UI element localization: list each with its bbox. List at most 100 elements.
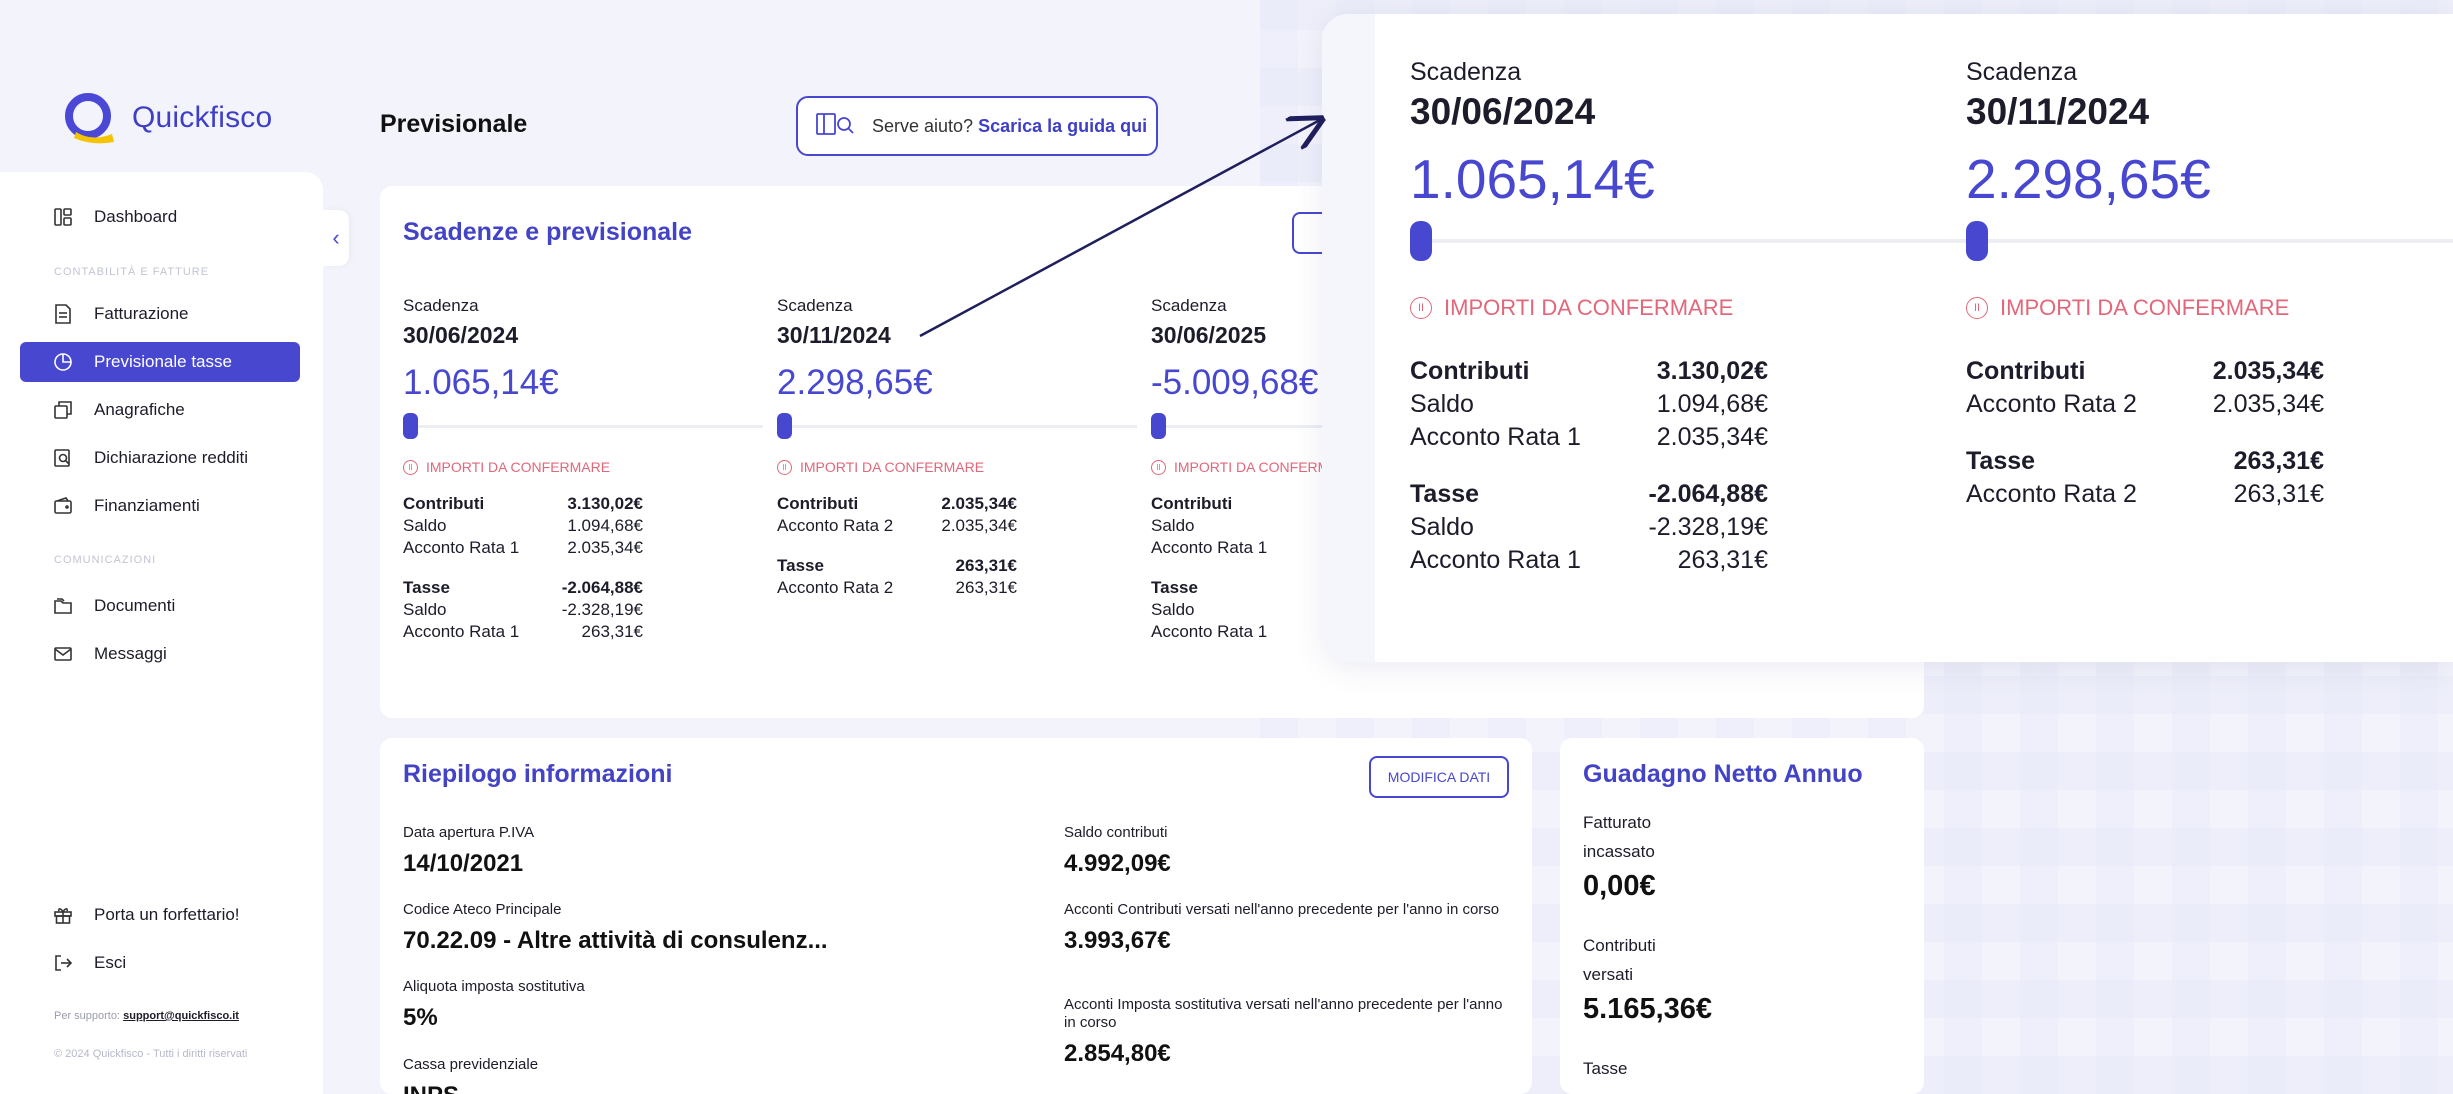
guide-search-icon — [816, 111, 856, 142]
quickfisco-logo-icon — [62, 92, 118, 144]
guadagno-item: Contributi versati 5.165,36€ — [1583, 931, 1713, 1026]
group-total-row: Tasse 263,31€ — [777, 556, 1017, 575]
sidebar-item-label: Finanziamenti — [94, 496, 200, 515]
info-label: Codice Ateco Principale — [403, 901, 562, 918]
sidebar-item-label: Esci — [94, 953, 127, 972]
info-label: Saldo contributi — [1064, 824, 1168, 841]
warning-label: II IMPORTI DA CONFERMARE — [403, 459, 653, 475]
scadenza-amount: 2.298,65€ — [777, 363, 933, 402]
warning-text: IMPORTI DA CONFERMARE — [2000, 295, 2290, 320]
breakdown-row: Saldo 1.094,68€ — [403, 516, 643, 535]
zoom-scadenza-column: Scadenza 30/11/2024 2.298,65€ II IMPORTI … — [1966, 58, 2453, 511]
guadagno-item: Fatturato incassato 0,00€ — [1583, 808, 1703, 903]
breakdown-row: Acconto Rata 2 2.035,34€ — [1966, 390, 2324, 418]
contacts-icon — [52, 399, 74, 421]
scadenza-label: Scadenza — [403, 296, 479, 315]
guadagno-value: 0,00€ — [1583, 870, 1656, 902]
group-total-row: Contributi 2.035,34€ — [1966, 357, 2324, 385]
sidebar-item-label: Porta un forfettario! — [94, 905, 240, 924]
info-item: Acconti Contributi versati nell'anno pre… — [1064, 901, 1504, 955]
scadenza-date: 30/06/2024 — [403, 322, 519, 348]
info-item: Codice Ateco Principale 70.22.09 - Altre… — [403, 901, 828, 955]
warning-label: II IMPORTI DA CONFERMARE — [1410, 295, 1768, 321]
support-info: Per supporto: support@quickfisco.it — [54, 1010, 239, 1022]
scadenza-amount: 1.065,14€ — [1410, 148, 1655, 210]
timeline-knob[interactable] — [403, 413, 418, 439]
pause-icon: II — [1966, 297, 1988, 319]
guadagno-label: Contributi versati — [1583, 936, 1656, 984]
info-value: 3.993,67€ — [1064, 927, 1171, 954]
guadagno-title: Guadagno Netto Annuo — [1583, 760, 1863, 788]
timeline-knob[interactable] — [1410, 221, 1432, 261]
sidebar-item-previsionale-tasse[interactable]: Previsionale tasse — [20, 342, 300, 382]
sidebar-item-finanziamenti[interactable]: Finanziamenti — [20, 486, 300, 526]
breakdown-row: Saldo 1.094,68€ — [1410, 390, 1768, 418]
info-value: 5% — [403, 1004, 438, 1031]
sidebar-item-esci[interactable]: Esci — [20, 943, 300, 983]
breakdown-row: Acconto Rata 2 263,31€ — [777, 578, 1017, 597]
timeline-slider — [403, 413, 763, 439]
group-total-row: Tasse -2.064,88€ — [1410, 480, 1768, 508]
timeline-slider — [1410, 221, 1966, 261]
pause-icon: II — [403, 459, 418, 475]
warning-text: IMPORTI DA CONFERMARE — [426, 459, 611, 475]
sidebar-item-fatturazione[interactable]: Fatturazione — [20, 294, 300, 334]
guadagno-label: Fatturato incassato — [1583, 813, 1655, 861]
guadagno-value: 5.165,36€ — [1583, 993, 1713, 1025]
sidebar-item-label: Fatturazione — [94, 304, 189, 323]
riepilogo-title: Riepilogo informazioni — [403, 760, 673, 788]
breakdown-row: Acconto Rata 1 2.035,34€ — [403, 538, 643, 557]
info-value: 70.22.09 - Altre attività di consulenz..… — [403, 927, 828, 954]
info-item: Cassa previdenziale INPS — [403, 1056, 538, 1094]
page-title: Previsionale — [380, 110, 528, 138]
info-item: Acconti Imposta sostitutiva versati nell… — [1064, 996, 1504, 1068]
mail-icon — [52, 643, 74, 665]
breakdown-row: Saldo -2.328,19€ — [1410, 513, 1768, 541]
info-label: Acconti Contributi versati nell'anno pre… — [1064, 901, 1500, 918]
breakdown-row: Acconto Rata 1 2.035,34€ — [1410, 423, 1768, 451]
timeline-knob[interactable] — [1151, 413, 1166, 439]
breakdown-row: Saldo -2.328,19€ — [403, 600, 643, 619]
info-label: Aliquota imposta sostitutiva — [403, 978, 585, 995]
sidebar-item-anagrafiche[interactable]: Anagrafiche — [20, 390, 300, 430]
info-value: INPS — [403, 1082, 538, 1094]
guadagno-item: Tasse — [1583, 1054, 1703, 1087]
sidebar-item-label: Anagrafiche — [94, 400, 185, 419]
info-label: Cassa previdenziale — [403, 1056, 539, 1073]
pie-chart-icon — [52, 351, 74, 373]
sidebar-item-messaggi[interactable]: Messaggi — [20, 634, 300, 674]
group-total-row: Contributi 3.130,02€ — [1410, 357, 1768, 385]
tax-return-icon — [52, 447, 74, 469]
sidebar-item-porta-forfettario[interactable]: Porta un forfettario! — [20, 895, 300, 935]
info-value: 2.854,80€ — [1064, 1040, 1171, 1067]
group-total-row: Contributi 2.035,34€ — [777, 494, 1017, 513]
breakdown-row: Acconto Rata 1 263,31€ — [1410, 546, 1768, 574]
scadenza-column: Scadenza 30/06/2024 1.065,14€ II IMPORTI … — [403, 296, 763, 643]
sidebar-item-documenti[interactable]: Documenti — [20, 586, 300, 626]
timeline-knob[interactable] — [777, 413, 792, 439]
pause-icon: II — [777, 459, 792, 475]
callout-arrow — [919, 100, 1340, 338]
scadenze-title: Scadenze e previsionale — [403, 218, 693, 246]
app-name: Quickfisco — [132, 101, 273, 134]
sidebar-item-label: Dashboard — [94, 207, 178, 226]
chevron-left-icon: ‹ — [332, 225, 340, 250]
scadenza-breakdown: Contributi 2.035,34€ Acconto Rata 2 2.035,… — [1966, 355, 2324, 511]
sidebar-item-dashboard[interactable]: Dashboard — [20, 197, 300, 237]
breakdown-row: Acconto Rata 2 2.035,34€ — [777, 516, 1017, 535]
info-value: 4.992,09€ — [1064, 850, 1171, 877]
warning-text: IMPORTI DA CONFERMARE — [800, 459, 985, 475]
timeline-slider — [777, 413, 1137, 439]
breakdown-row: Acconto Rata 2 263,31€ — [1966, 480, 2324, 508]
info-item: Data apertura P.IVA 14/10/2021 — [403, 824, 534, 878]
modifica-dati-button[interactable]: MODIFICA DATI — [1369, 756, 1509, 798]
guadagno-label: Tasse — [1583, 1059, 1628, 1078]
info-item: Saldo contributi 4.992,09€ — [1064, 824, 1504, 878]
sidebar-item-dichiarazione-redditi[interactable]: Dichiarazione redditi — [20, 438, 300, 478]
collapse-sidebar-button[interactable]: ‹ — [323, 210, 349, 266]
support-email-link[interactable]: support@quickfisco.it — [123, 1010, 239, 1022]
info-label: Acconti Imposta sostitutiva versati nell… — [1064, 996, 1503, 1031]
app-logo[interactable]: Quickfisco — [62, 92, 272, 144]
timeline-knob[interactable] — [1966, 221, 1988, 261]
timeline-slider — [1966, 221, 2453, 261]
